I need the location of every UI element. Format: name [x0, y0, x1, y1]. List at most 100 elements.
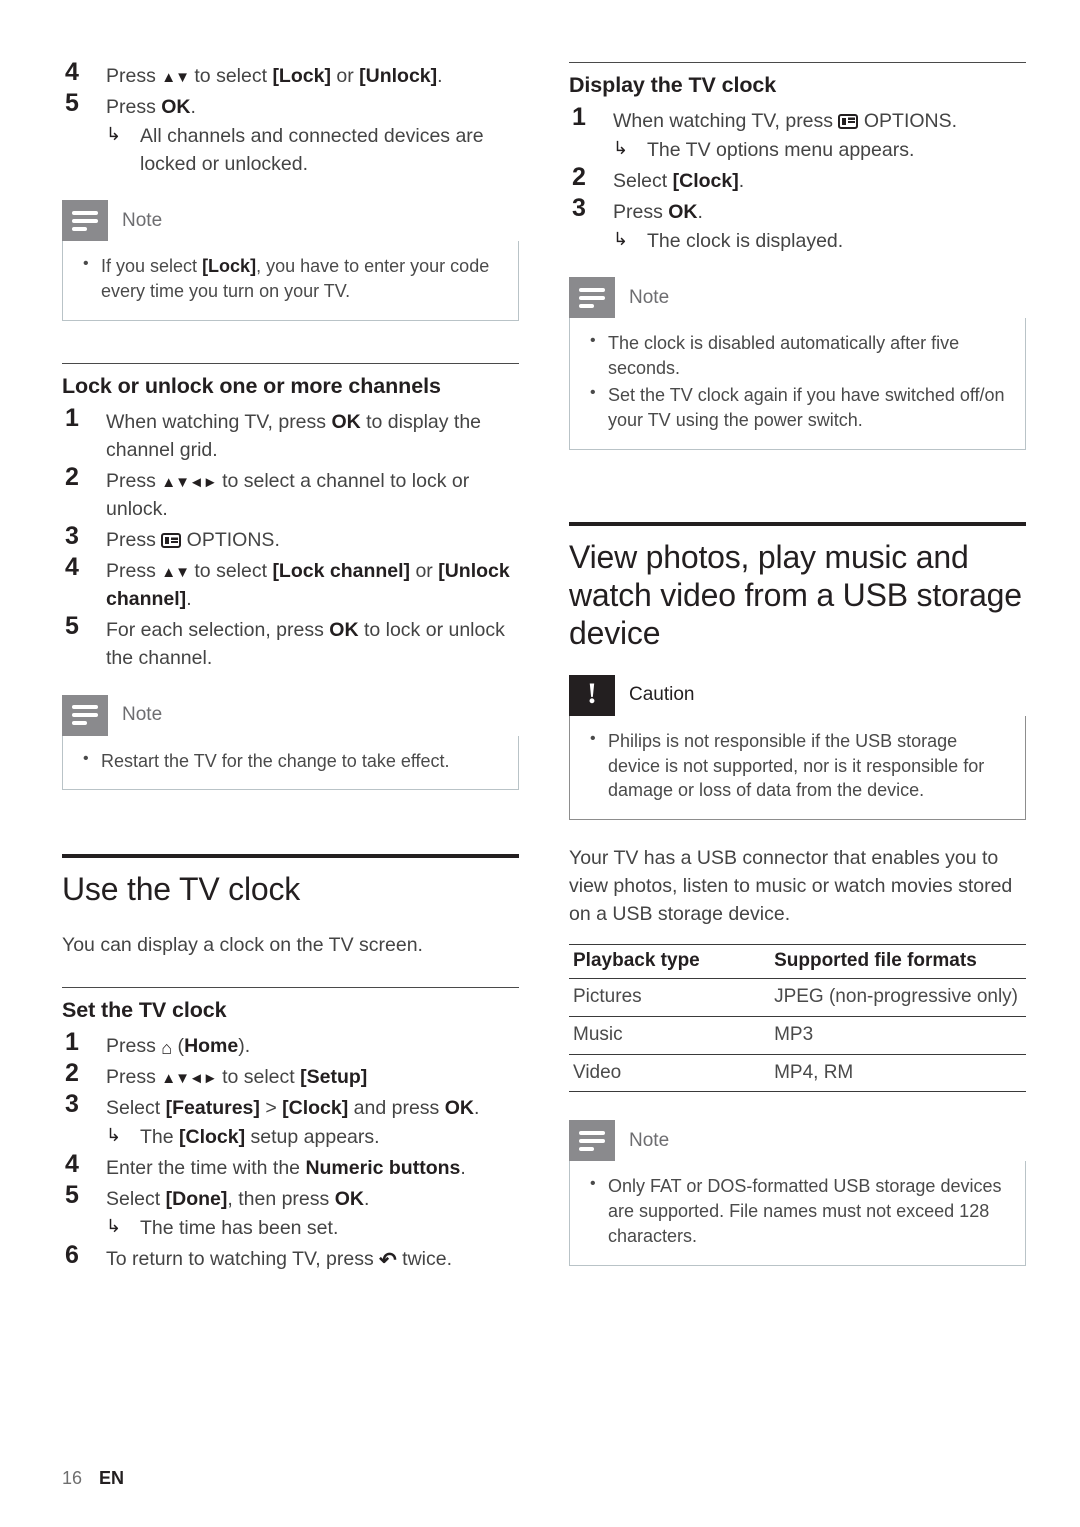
- page-heading-tv-clock: Use the TV clock: [62, 871, 301, 908]
- step-number: 5: [65, 1181, 79, 1210]
- section-divider: [62, 362, 519, 364]
- bullet-item: Set the TV clock again if you have switc…: [586, 382, 1009, 433]
- step-text: Press ▲▼◄► to select a channel to lock o…: [106, 470, 470, 521]
- exclamation-glyph: !: [587, 677, 597, 711]
- step-text: Press OPTIONS.: [106, 529, 280, 552]
- set-clock-step-list: 1 Press ⌂ (Home). 2 Press ▲▼◄► to select…: [62, 1028, 519, 1274]
- bullet-list: If you select [Lock], you have to enter …: [79, 253, 502, 304]
- section-divider: [569, 62, 1026, 63]
- step-text: Select [Features] > [Clock] and press OK…: [106, 1096, 480, 1119]
- bullet-item: If you select [Lock], you have to enter …: [79, 253, 502, 304]
- callout-title: Caution: [629, 684, 695, 706]
- bullet-item: The clock is disabled automatically afte…: [586, 330, 1009, 381]
- step-text: Select [Clock].: [613, 170, 745, 193]
- cell-playback-type: Music: [569, 1016, 771, 1055]
- step-item: 3 Press OPTIONS.: [62, 522, 519, 554]
- step-number: 1: [572, 102, 586, 131]
- callout-body: Restart the TV for the change to take ef…: [62, 735, 519, 791]
- cell-file-formats: JPEG (non-progressive only): [770, 978, 1026, 1018]
- step-text: Press ▲▼ to select [Lock channel] or [Un…: [106, 560, 510, 611]
- right-column: Display the TV clock 1 When watching TV,…: [569, 62, 1026, 1276]
- continued-step-list: 4 Press ▲▼ to select [Lock] or [Unlock].…: [62, 58, 519, 178]
- step-item: 4 Press ▲▼ to select [Lock] or [Unlock].: [62, 58, 519, 90]
- column-header-playback-type: Playback type: [569, 944, 771, 980]
- bullet-list: Restart the TV for the change to take ef…: [79, 748, 502, 774]
- note-callout-lock: Note If you select [Lock], you have to e…: [62, 200, 519, 321]
- page-subheading-lock-channels: Lock or unlock one or more channels: [62, 373, 441, 398]
- column-header-file-formats: Supported file formats: [770, 944, 1026, 980]
- step-text: Select [Done], then press OK.: [106, 1188, 370, 1211]
- callout-header: ! Caution: [569, 674, 1026, 716]
- note-icon: [569, 1120, 615, 1162]
- step-item: 3 Select [Features] > [Clock] and press …: [62, 1090, 519, 1151]
- supported-formats-table: Playback type Supported file formats Pic…: [569, 944, 1026, 1093]
- step-number: 2: [65, 463, 79, 491]
- step-number: 3: [572, 194, 586, 223]
- result-arrow-icon: ↳: [106, 1124, 122, 1145]
- section-intro-text: You can display a clock on the TV screen…: [62, 933, 423, 956]
- note-icon: [62, 200, 108, 242]
- note-callout-restart: Note Restart the TV for the change to ta…: [62, 694, 519, 791]
- step-result: ↳ The clock is displayed.: [613, 229, 844, 253]
- cell-file-formats: MP4, RM: [770, 1054, 1026, 1093]
- result-arrow-icon: ↳: [613, 229, 629, 250]
- callout-header: Note: [569, 1120, 1026, 1162]
- result-arrow-icon: ↳: [106, 124, 122, 145]
- cell-playback-type: Pictures: [569, 978, 771, 1018]
- step-item: 3 Press OK. ↳ The clock is displayed.: [569, 194, 1026, 255]
- caution-icon: !: [569, 674, 615, 716]
- step-item: 2 Select [Clock].: [569, 163, 1026, 195]
- bullet-list: Philips is not responsible if the USB st…: [586, 728, 1009, 803]
- step-item: 4 Press ▲▼ to select [Lock channel] or […: [62, 553, 519, 613]
- cell-playback-type: Video: [569, 1054, 771, 1093]
- step-text: For each selection, press OK to lock or …: [106, 619, 505, 670]
- bullet-item: Philips is not responsible if the USB st…: [586, 728, 1009, 803]
- result-arrow-icon: ↳: [613, 137, 629, 158]
- step-text: When watching TV, press OPTIONS.: [613, 109, 958, 132]
- step-number: 2: [572, 163, 586, 192]
- lock-channels-step-list: 1 When watching TV, press OK to display …: [62, 404, 519, 673]
- callout-title: Note: [122, 704, 163, 726]
- step-result: ↳ The TV options menu appears.: [613, 137, 915, 161]
- page-heading-usb: View photos, play music and watch video …: [569, 538, 1022, 652]
- callout-title: Note: [629, 286, 670, 308]
- table-row: Music MP3: [569, 1016, 1026, 1055]
- note-callout-clock: Note The clock is disabled automatically…: [569, 277, 1026, 450]
- step-number: 4: [65, 553, 79, 582]
- step-item: 5 Press OK. ↳ All channels and connected …: [62, 89, 519, 178]
- page-number: 16: [62, 1468, 83, 1488]
- step-number: 4: [65, 58, 79, 86]
- two-column-layout: 4 Press ▲▼ to select [Lock] or [Unlock].…: [62, 58, 1026, 1432]
- step-number: 6: [65, 1241, 79, 1270]
- step-text: Press OK.: [106, 96, 196, 119]
- step-item: 1 Press ⌂ (Home).: [62, 1028, 519, 1060]
- step-text: Press ⌂ (Home).: [106, 1034, 251, 1058]
- cell-file-formats: MP3: [770, 1016, 1026, 1055]
- step-text: Press ▲▼ to select [Lock] or [Unlock].: [106, 65, 443, 87]
- step-text: When watching TV, press OK to display th…: [106, 410, 482, 461]
- step-text: Press OK.: [613, 201, 703, 224]
- step-item: 2 Press ▲▼◄► to select a channel to lock…: [62, 463, 519, 523]
- step-result: ↳ The time has been set.: [106, 1216, 339, 1240]
- step-item: 5 For each selection, press OK to lock o…: [62, 612, 519, 672]
- bullet-item: Only FAT or DOS-formatted USB storage de…: [586, 1173, 1009, 1248]
- page-language: EN: [99, 1468, 125, 1488]
- caution-callout-usb: ! Caution Philips is not responsible if …: [569, 674, 1026, 821]
- step-number: 3: [65, 522, 79, 551]
- step-number: 1: [65, 403, 79, 432]
- left-column: 4 Press ▲▼ to select [Lock] or [Unlock].…: [62, 58, 519, 1276]
- table-row: Video MP4, RM: [569, 1054, 1026, 1093]
- step-item: 6 To return to watching TV, press ↶ twic…: [62, 1241, 519, 1273]
- step-result: ↳ All channels and connected devices are …: [106, 124, 484, 176]
- page-footer: 16 EN: [62, 1468, 124, 1489]
- step-number: 5: [65, 612, 79, 641]
- main-section-divider: [62, 854, 519, 859]
- step-item: 4 Enter the time with the Numeric button…: [62, 1150, 519, 1182]
- result-arrow-icon: ↳: [106, 1216, 122, 1237]
- callout-body: The clock is disabled automatically afte…: [569, 318, 1026, 450]
- callout-body: Philips is not responsible if the USB st…: [569, 715, 1026, 821]
- step-item: 1 When watching TV, press OK to display …: [62, 404, 519, 464]
- callout-title: Note: [629, 1129, 670, 1151]
- step-item: 5 Select [Done], then press OK. ↳ The tim…: [62, 1181, 519, 1242]
- callout-body: If you select [Lock], you have to enter …: [62, 241, 519, 321]
